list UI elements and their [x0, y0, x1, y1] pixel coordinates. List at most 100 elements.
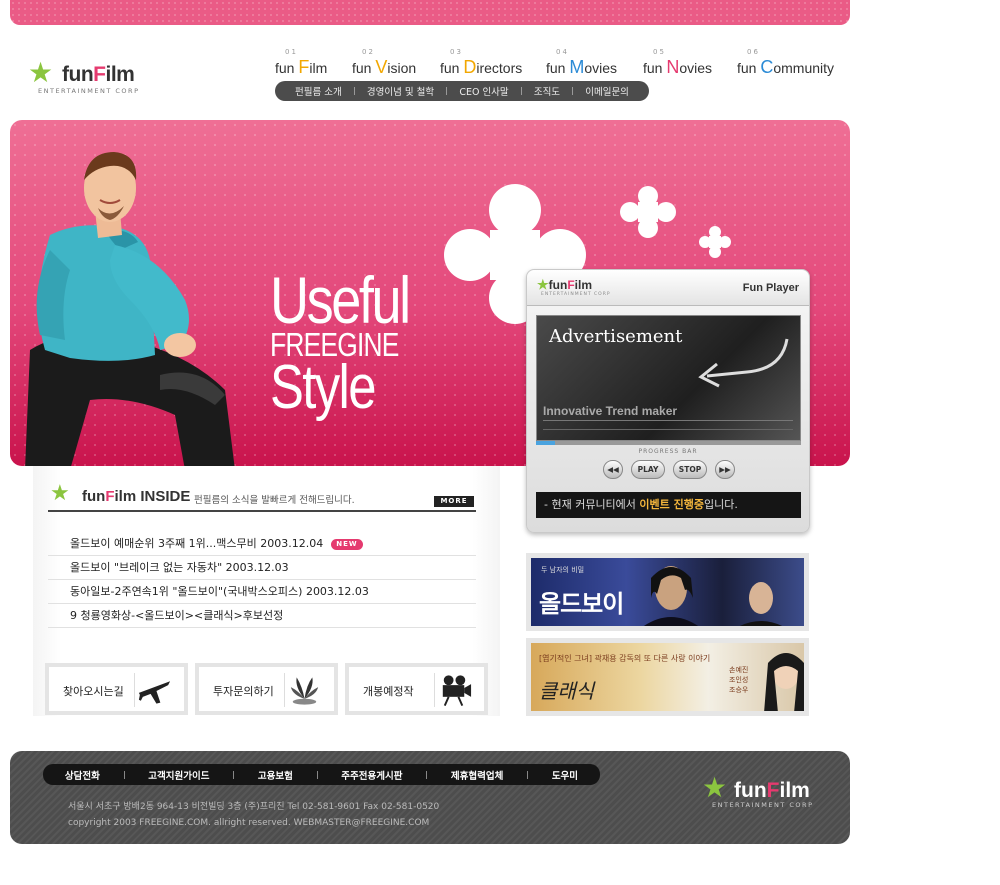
nav-fun-directors[interactable]: 03 fun Directors: [440, 48, 522, 78]
news-item[interactable]: 올드보이 예매순위 3주째 1위...맥스무비 2003.12.04 NEW: [48, 532, 476, 556]
news-item[interactable]: 9 청룡영화상-<올드보이><클래식>후보선정: [48, 604, 476, 628]
footer-link-help[interactable]: 도우미: [552, 768, 578, 782]
directions-button[interactable]: 찾아오시는길: [45, 663, 188, 715]
subnav-item-about[interactable]: 펀필름 소개: [295, 84, 342, 98]
ad-title: Advertisement: [549, 326, 683, 347]
cast-name: 손예진: [729, 666, 749, 674]
rewind-button[interactable]: ◀◀: [603, 460, 623, 479]
banner-title: 클래식: [539, 679, 595, 703]
nav-label: fun Community: [737, 57, 835, 77]
inside-title: funFilm INSIDE: [82, 488, 191, 505]
sub-nav: 펀필름 소개 경영이념 및 철학 CEO 인사말 조직도 이메일문의: [275, 81, 649, 101]
nav-number: 03: [450, 48, 463, 56]
nav-fun-film[interactable]: 01 fun Film: [275, 48, 327, 78]
nav-label: fun Film: [275, 57, 328, 77]
movie-camera-icon: [434, 673, 472, 707]
player-header: ★funFilm ENTERTAINMENT CORP Fun Player: [527, 270, 809, 306]
banner-cast: 손예진 조인성 조승우: [729, 665, 748, 695]
forward-button[interactable]: ▶▶: [715, 460, 735, 479]
nav-number: 02: [362, 48, 375, 56]
page: ★ funFilm ENTERTAINMENT CORP 01 fun Film…: [0, 0, 1000, 885]
nav-fun-movies[interactable]: 04 fun Movies: [546, 48, 617, 78]
airplane-icon: [134, 673, 171, 707]
nav-label: fun Vision: [352, 57, 417, 77]
nav-label: fun Novies: [643, 57, 713, 77]
cast-name: 조승우: [729, 686, 749, 694]
nav-label: fun Movies: [546, 57, 618, 77]
stop-button[interactable]: STOP: [673, 460, 707, 479]
divider: [426, 770, 428, 779]
progress-label: PROGRESS BAR: [638, 448, 698, 455]
subnav-item-email[interactable]: 이메일문의: [585, 84, 629, 98]
classic-banner[interactable]: [엽기적인 그녀] 곽재용 감독의 또 다른 사랑 이야기 클래식 손예진 조인…: [526, 638, 809, 716]
more-button[interactable]: MORE: [434, 496, 474, 507]
divider: [123, 770, 125, 779]
footer-logo[interactable]: ★ funFilm ENTERTAINMENT CORP: [702, 771, 822, 811]
footer-address: 서울시 서초구 방배2동 964-13 비전빌딩 3층 (주)프리진 Tel 0…: [68, 802, 440, 812]
nav-fun-novies[interactable]: 05 fun Novies: [643, 48, 712, 78]
cast-name: 조인성: [729, 676, 749, 684]
footer: 상담전화 고객지원가이드 고용보험 주주전용게시판 제휴협력업체 도우미 서울시…: [10, 751, 850, 844]
nav-number: 01: [285, 48, 298, 56]
nav-fun-community[interactable]: 06 fun Community: [737, 48, 834, 78]
actress-image: [764, 653, 804, 711]
nav-number: 04: [556, 48, 569, 56]
divider: [520, 87, 522, 95]
footer-link-shareholders[interactable]: 주주전용게시판: [341, 768, 402, 782]
global-nav: 01 fun Film 02 fun Vision 03 fun Directo…: [275, 48, 840, 80]
site-logo[interactable]: ★ funFilm ENTERTAINMENT CORP: [28, 55, 148, 100]
news-item[interactable]: 올드보이 "브레이크 없는 자동차" 2003.12.03: [48, 556, 476, 580]
progress-bar[interactable]: [536, 441, 801, 445]
logo-tagline: ENTERTAINMENT CORP: [38, 87, 140, 95]
divider: [446, 87, 448, 95]
footer-logo-tagline: ENTERTAINMENT CORP: [712, 801, 814, 809]
investment-inquiry-button[interactable]: 투자문의하기: [195, 663, 338, 715]
play-button[interactable]: PLAY: [631, 460, 665, 479]
top-pink-bar: [10, 0, 850, 25]
oldboy-banner[interactable]: 두 남자의 비밀 올드보이: [526, 553, 809, 631]
footer-info: 서울시 서초구 방배2동 964-13 비전빌딩 3층 (주)프리진 Tel 0…: [68, 799, 439, 831]
fun-player: ★funFilm ENTERTAINMENT CORP Fun Player A…: [526, 269, 810, 533]
news-item[interactable]: 동아일보-2주연속1위 "올드보이"(국내박스오피스) 2003.12.03: [48, 580, 476, 604]
logo-text: funFilm: [62, 63, 135, 86]
footer-link-insurance[interactable]: 고용보험: [258, 768, 293, 782]
star-icon: ★: [50, 481, 70, 506]
nav-label: fun Directors: [440, 57, 523, 77]
footer-link-partners[interactable]: 제휴협력업체: [451, 768, 503, 782]
actors-image: [644, 566, 782, 626]
upcoming-releases-button[interactable]: 개봉예정작: [345, 663, 488, 715]
divider: [353, 87, 355, 95]
star-icon: ★: [28, 56, 54, 89]
subnav-item-philosophy[interactable]: 경영이념 및 철학: [367, 84, 434, 98]
plant-icon: [284, 673, 319, 707]
subnav-item-ceo[interactable]: CEO 인사말: [459, 84, 508, 98]
inside-description: 펀필름의 소식을 발빠르게 전해드립니다.: [194, 495, 355, 506]
slogan-line-3: Style: [270, 353, 376, 422]
banner-subtitle: 두 남자의 비밀: [541, 566, 585, 574]
news-list: 올드보이 예매순위 3주째 1위...맥스무비 2003.12.04 NEW 올드…: [48, 532, 476, 628]
event-ticker[interactable]: - 현재 커뮤니티에서 이벤트 진행중입니다.: [536, 492, 801, 518]
player-logo: ★funFilm: [537, 277, 592, 292]
inside-header: ★ funFilm INSIDE 펀필름의 소식을 발빠르게 전해드립니다. M…: [48, 481, 476, 512]
trend-text: Innovative Trend maker: [543, 404, 678, 418]
banner-title: 올드보이: [539, 590, 624, 618]
footer-link-support[interactable]: 고객지원가이드: [148, 768, 209, 782]
nav-fun-vision[interactable]: 02 fun Vision: [352, 48, 416, 78]
star-icon: ★: [702, 771, 728, 804]
quick-label: 투자문의하기: [213, 685, 274, 698]
footer-logo-text: funFilm: [734, 779, 810, 802]
progress-fill: [536, 441, 555, 445]
footer-copyright: copyright 2003 FREEGINE.COM. allright re…: [68, 818, 430, 828]
nav-number: 05: [653, 48, 666, 56]
star-icon: ★: [537, 277, 549, 292]
divider: [316, 770, 318, 779]
player-logo-tagline: ENTERTAINMENT CORP: [541, 292, 611, 297]
player-title: Fun Player: [742, 282, 799, 294]
subnav-item-organization[interactable]: 조직도: [534, 84, 560, 98]
footer-link-consult[interactable]: 상담전화: [65, 768, 100, 782]
quick-label: 찾아오시는길: [63, 685, 124, 698]
hero-slogan: Useful FREEGINE Style: [270, 267, 439, 422]
video-screen[interactable]: Advertisement Innovative Trend maker: [536, 315, 801, 441]
footer-nav: 상담전화 고객지원가이드 고용보험 주주전용게시판 제휴협력업체 도우미: [43, 764, 600, 785]
man-illustration: [25, 152, 235, 466]
